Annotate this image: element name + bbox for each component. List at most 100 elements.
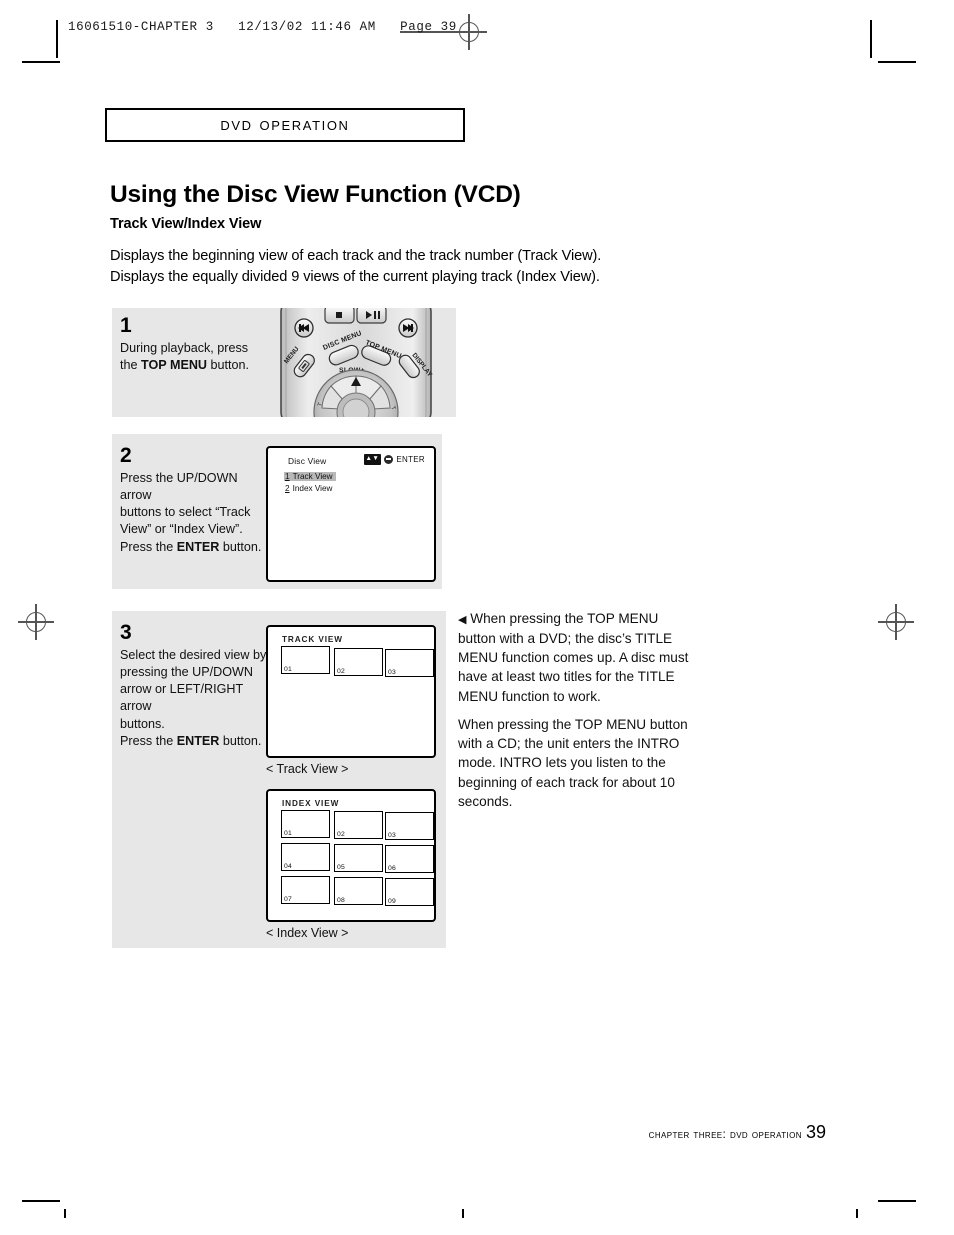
running-head-box: DVD Operation <box>105 108 465 142</box>
index-view-thumb-6[interactable]: 06 <box>385 845 434 873</box>
index-view-thumb-6-label: 06 <box>388 865 396 872</box>
index-view-thumb-2[interactable]: 02 <box>334 811 383 839</box>
crop-mark-bottom-right-horizontal <box>878 1200 916 1202</box>
note-paragraph-1-text: When pressing the TOP MENU button with a… <box>458 611 689 704</box>
step-3-line-2: pressing the UP/DOWN <box>120 665 253 680</box>
index-view-thumb-2-label: 02 <box>337 831 345 838</box>
footer-page-number: 39 <box>805 1122 826 1142</box>
index-view-thumb-7-label: 07 <box>284 896 292 903</box>
index-view-thumb-4[interactable]: 04 <box>281 843 330 871</box>
step-2-number: 2 <box>120 444 132 467</box>
index-view-thumb-1[interactable]: 01 <box>281 810 330 838</box>
step-3-line-3: arrow or LEFT/RIGHT arrow <box>120 682 243 714</box>
disc-view-item-2-label: Index View <box>292 484 333 493</box>
stop-button <box>324 308 355 324</box>
track-view-thumb-1[interactable]: 01 <box>281 646 330 674</box>
step-3-line-5-post: button. <box>219 733 262 748</box>
step-2-line-4: Press the ENTER button. <box>120 539 268 556</box>
track-view-thumb-3[interactable]: 03 <box>385 649 434 677</box>
registration-mark-right-middle <box>878 604 914 640</box>
disc-view-item-1-number: 1 <box>285 472 290 481</box>
index-view-thumb-3-label: 03 <box>388 832 396 839</box>
file-slug: 16061510-CHAPTER 3 12/13/02 11:46 AM Pag… <box>68 20 457 34</box>
crop-mark-top-left-horizontal <box>22 61 60 63</box>
track-view-thumb-1-label: 01 <box>284 666 292 673</box>
step-1-text: During playback, press the TOP MENU butt… <box>120 340 270 374</box>
disc-view-item-1-label: Track View <box>292 472 333 481</box>
index-view-thumb-9-label: 09 <box>388 898 396 905</box>
index-view-thumb-5-label: 05 <box>337 864 345 871</box>
index-view-caption: < Index View > <box>266 926 349 940</box>
disc-view-item-2-number: 2 <box>285 484 290 493</box>
step-1-line-1: During playback, press <box>120 341 249 355</box>
track-view-thumb-2-label: 02 <box>337 668 345 675</box>
crop-tick-bottom-left <box>64 1209 66 1218</box>
step-1-line-2-post: button. <box>207 358 250 373</box>
crop-mark-top-right-vertical <box>870 20 872 58</box>
index-view-thumb-4-label: 04 <box>284 863 292 870</box>
disc-view-enter-badge: ▲▼ ENTER <box>363 454 426 465</box>
step-2-line-1: Press the UP/DOWN arrow <box>120 471 238 503</box>
disc-view-enter-label: ENTER <box>396 454 425 464</box>
index-view-thumb-1-label: 01 <box>284 830 292 837</box>
intro-line-2: Displays the equally divided 9 views of … <box>110 269 600 286</box>
note-paragraph-2: When pressing the TOP MENU button with a… <box>458 716 688 809</box>
step-3-line-4: buttons. <box>120 716 165 731</box>
left-triangle-icon: ◀ <box>458 614 467 626</box>
footer-chapter-label: Chapter Three: DVD Operation <box>648 1127 802 1141</box>
play-pause-button <box>356 308 387 324</box>
index-view-thumb-8-label: 08 <box>337 897 345 904</box>
note-block: ◀ When pressing the TOP MENU button with… <box>458 609 698 820</box>
index-view-screen: INDEX VIEW 01 02 03 04 05 06 07 08 09 <box>266 789 436 922</box>
page-title: Using the Disc View Function (VCD) <box>110 181 521 208</box>
step-3-line-5-pre: Press the <box>120 733 177 748</box>
page-subtitle: Track View/Index View <box>110 216 262 232</box>
step-3-bold-enter: ENTER <box>176 733 220 748</box>
crop-mark-top-right-horizontal <box>878 61 916 63</box>
enter-button-icon <box>384 454 394 464</box>
index-view-thumb-5[interactable]: 05 <box>334 844 383 872</box>
track-view-title: TRACK VIEW <box>282 635 343 644</box>
step-2-line-4-pre: Press the <box>120 539 177 554</box>
step-1-line-2-pre: the <box>120 358 142 373</box>
step-3-line-1: Select the desired view by <box>120 648 267 662</box>
track-view-screen: TRACK VIEW 01 02 03 <box>266 625 436 758</box>
index-view-thumb-8[interactable]: 08 <box>334 877 383 905</box>
disc-view-title: Disc View <box>288 456 327 466</box>
track-view-thumb-2[interactable]: 02 <box>334 648 383 676</box>
step-2-line-2: buttons to select “Track <box>120 505 251 520</box>
step-2-line-4-post: button. <box>219 539 262 554</box>
disc-view-screen: Disc View ▲▼ ENTER 1 Track View 2 Index Vi… <box>266 446 436 582</box>
remote-control-illustration: DISC MENU TOP MENU MENU DISPLAY SLOW+ T … <box>277 308 435 417</box>
step-2-text: Press the UP/DOWN arrow buttons to selec… <box>120 470 268 556</box>
index-view-title: INDEX VIEW <box>282 799 340 808</box>
crop-mark-top-left-vertical <box>56 20 58 58</box>
crop-tick-bottom-center <box>462 1209 464 1218</box>
disc-view-item-track-view[interactable]: 1 Track View <box>284 472 336 481</box>
track-view-thumb-3-label: 03 <box>388 669 396 676</box>
step-2-line-3: View” or “Index View”. <box>120 522 243 537</box>
updown-arrows-icon: ▲▼ <box>363 454 382 465</box>
track-view-caption: < Track View > <box>266 762 349 776</box>
step-1-bold-topmenu: TOP MENU <box>141 358 208 373</box>
step-1-number: 1 <box>120 314 132 337</box>
index-view-thumb-3[interactable]: 03 <box>385 812 434 840</box>
running-head-label: DVD Operation <box>220 114 350 135</box>
disc-view-item-index-view[interactable]: 2 Index View <box>285 484 332 493</box>
skip-forward-button <box>398 318 418 338</box>
index-view-thumb-9[interactable]: 09 <box>385 878 434 906</box>
step-1-line-2: the TOP MENU button. <box>120 357 270 374</box>
index-view-thumb-7[interactable]: 07 <box>281 876 330 904</box>
crop-mark-bottom-left-horizontal <box>22 1200 60 1202</box>
step-3-text: Select the desired view by pressing the … <box>120 647 270 750</box>
step-3-number: 3 <box>120 621 132 644</box>
crop-tick-bottom-right <box>856 1209 858 1218</box>
intro-paragraph: Displays the beginning view of each trac… <box>110 246 690 289</box>
step-3-line-5: Press the ENTER button. <box>120 733 270 750</box>
registration-mark-left-middle <box>18 604 54 640</box>
skip-back-button <box>294 318 314 338</box>
intro-line-1: Displays the beginning view of each trac… <box>110 248 602 264</box>
page-footer: Chapter Three: DVD Operation 39 <box>649 1122 826 1143</box>
note-paragraph-1: ◀ When pressing the TOP MENU button with… <box>458 609 698 706</box>
step-2-bold-enter: ENTER <box>176 539 220 554</box>
